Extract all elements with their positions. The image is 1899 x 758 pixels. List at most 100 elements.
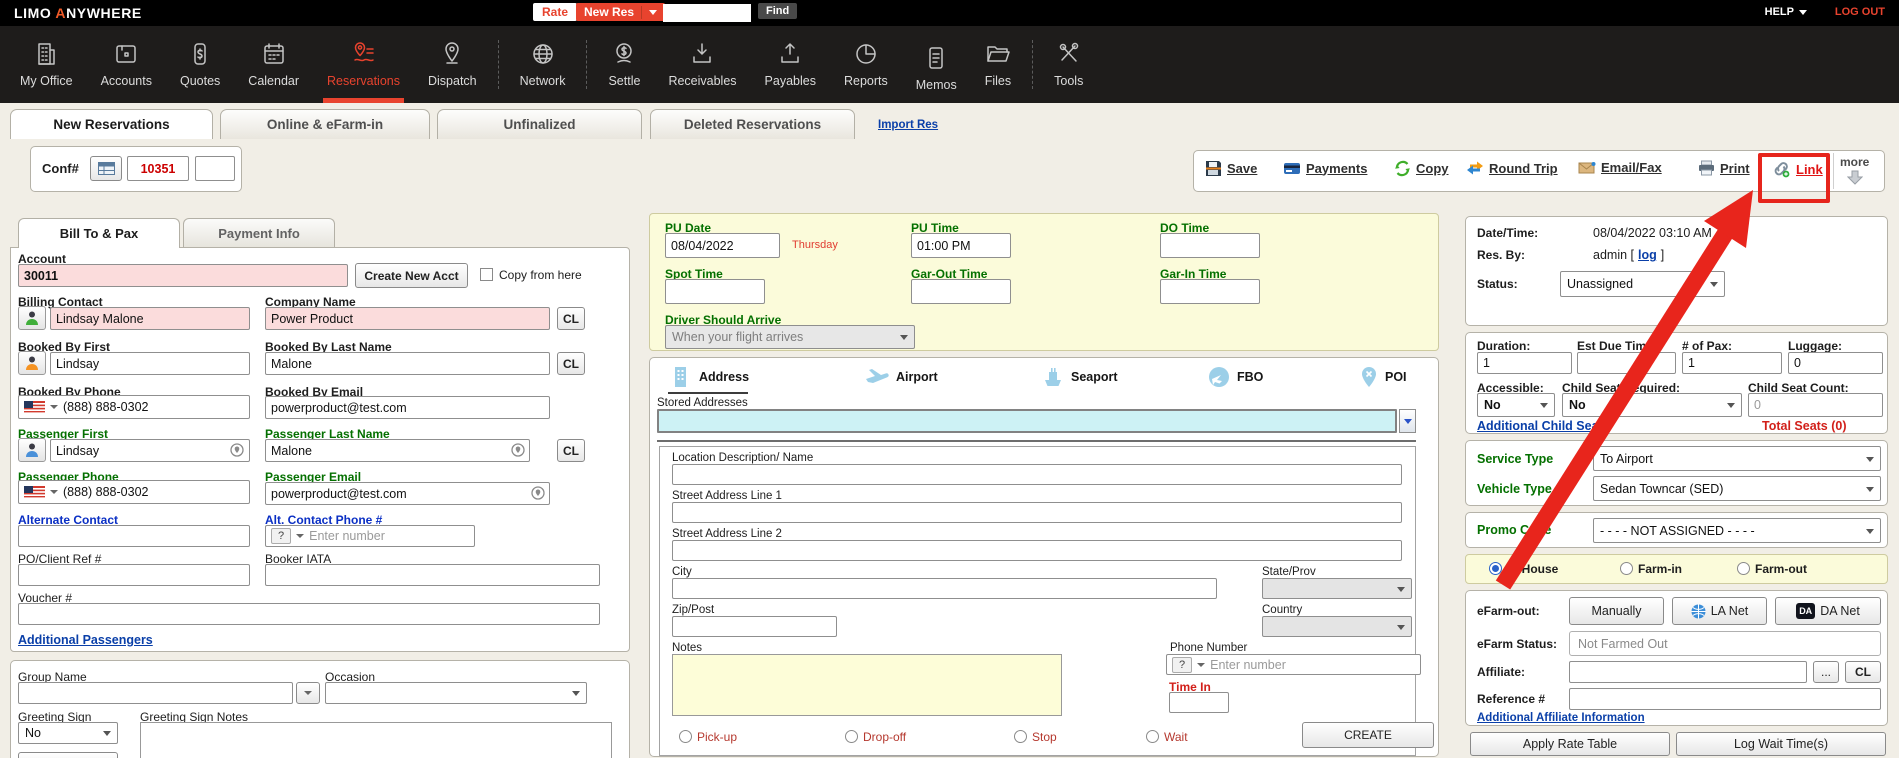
status-select[interactable]: Unassigned — [1560, 271, 1725, 297]
chevron-down-icon[interactable] — [50, 490, 58, 494]
nav-dispatch[interactable]: Dispatch — [414, 26, 491, 103]
passenger-first-input[interactable] — [50, 439, 250, 462]
chevron-down-icon[interactable] — [50, 405, 58, 409]
tab-deleted-reservations[interactable]: Deleted Reservations — [650, 109, 855, 139]
spot-time-input[interactable] — [665, 279, 765, 304]
duration-input[interactable] — [1477, 352, 1572, 374]
nav-reservations[interactable]: Reservations — [313, 26, 414, 103]
conf-lookup-button[interactable] — [90, 156, 122, 181]
efarm-la-net-button[interactable]: LA Net — [1672, 597, 1767, 625]
create-new-acct-button[interactable]: Create New Acct — [355, 263, 468, 288]
location-description-input[interactable] — [672, 464, 1402, 485]
booked-by-email-input[interactable] — [265, 396, 550, 419]
reference-input[interactable] — [1569, 688, 1881, 710]
gar-out-time-input[interactable] — [911, 279, 1011, 304]
stored-addresses-dropdown-button[interactable] — [1399, 409, 1416, 433]
nav-accounts[interactable]: Accounts — [87, 26, 166, 103]
passenger-person-icon[interactable] — [18, 438, 46, 462]
alternate-contact-input[interactable] — [18, 525, 250, 547]
booked-by-last-input[interactable] — [265, 352, 550, 375]
efarm-da-net-button[interactable]: DA DA Net — [1775, 597, 1881, 625]
passenger-last-input[interactable] — [265, 439, 530, 462]
log-link[interactable]: log — [1638, 248, 1657, 262]
passenger-email-input[interactable] — [265, 482, 550, 505]
gar-in-time-input[interactable] — [1160, 279, 1260, 304]
tab-fbo[interactable]: FBO — [1208, 366, 1263, 388]
copy-button[interactable]: Copy — [1394, 160, 1449, 177]
additional-passengers-link[interactable]: Additional Passengers — [18, 633, 153, 647]
search-input[interactable] — [663, 4, 751, 22]
apply-rate-table-button[interactable]: Apply Rate Table — [1470, 732, 1670, 756]
child-seat-required-select[interactable]: No — [1562, 393, 1742, 417]
chevron-down-icon[interactable] — [1197, 662, 1206, 667]
pin-circle-icon[interactable] — [531, 486, 545, 500]
nav-files[interactable]: Files — [971, 26, 1025, 103]
in-house-radio[interactable] — [1489, 562, 1502, 575]
greeting-sign-notes-textarea[interactable] — [140, 722, 612, 758]
stop-radio[interactable] — [1014, 730, 1027, 743]
affiliate-browse-button[interactable]: ... — [1813, 661, 1839, 683]
copy-from-here-checkbox[interactable] — [480, 268, 493, 281]
pu-date-input[interactable] — [665, 233, 780, 258]
efarm-manually-button[interactable]: Manually — [1569, 597, 1664, 625]
print-button[interactable]: Print — [1698, 160, 1750, 176]
pin-circle-icon[interactable] — [511, 443, 525, 457]
company-name-input[interactable] — [265, 307, 550, 330]
chevron-down-icon[interactable] — [296, 534, 305, 538]
farm-out-radio[interactable] — [1737, 562, 1750, 575]
country-code-box[interactable]: ? — [271, 528, 292, 544]
cl-button[interactable]: CL — [557, 307, 585, 330]
pickup-radio[interactable] — [679, 730, 692, 743]
street1-input[interactable] — [672, 502, 1402, 523]
logout-button[interactable]: LOG OUT — [1835, 6, 1885, 18]
tab-payment-info[interactable]: Payment Info — [183, 218, 335, 248]
luggage-input[interactable] — [1788, 352, 1883, 374]
nav-memos[interactable]: Memos — [902, 26, 971, 103]
nav-settle[interactable]: Settle — [594, 26, 654, 103]
pin-circle-icon[interactable] — [230, 443, 244, 457]
tab-address[interactable]: Address — [672, 366, 749, 388]
conf-suffix-input[interactable] — [195, 156, 235, 181]
vehicle-type-select[interactable]: Sedan Towncar (SED) — [1593, 476, 1881, 501]
street2-input[interactable] — [672, 540, 1402, 561]
alt-contact-phone-input[interactable]: ? Enter number — [265, 525, 475, 547]
billing-contact-person-icon[interactable] — [18, 306, 46, 330]
tab-online-efarm-in[interactable]: Online & eFarm-in — [220, 109, 430, 139]
additional-affiliate-information-link[interactable]: Additional Affiliate Information — [1477, 712, 1645, 724]
cl-button[interactable]: CL — [557, 352, 585, 375]
driver-should-arrive-select[interactable]: When your flight arrives — [665, 325, 915, 349]
accessible-select[interactable]: No — [1477, 393, 1555, 417]
stored-addresses-input[interactable] — [657, 409, 1397, 433]
pax-input[interactable] — [1682, 352, 1782, 374]
round-trip-button[interactable]: Round Trip — [1466, 160, 1558, 176]
nav-tools[interactable]: Tools — [1040, 26, 1097, 103]
conf-number-input[interactable] — [127, 156, 189, 181]
nav-quotes[interactable]: Quotes — [166, 26, 234, 103]
country-code-box[interactable]: ? — [1172, 656, 1193, 673]
farm-in-radio[interactable] — [1620, 562, 1633, 575]
nav-network[interactable]: Network — [506, 26, 580, 103]
rate-button[interactable]: Rate — [533, 3, 578, 21]
dropoff-radio[interactable] — [845, 730, 858, 743]
group-name-dropdown-button[interactable] — [296, 682, 320, 704]
import-res-link[interactable]: Import Res — [878, 119, 938, 131]
promo-code-select[interactable]: - - - - NOT ASSIGNED - - - - — [1593, 518, 1881, 543]
time-in-input[interactable] — [1169, 692, 1229, 713]
passenger-phone-input[interactable]: (888) 888-0302 — [18, 480, 250, 504]
billing-contact-input[interactable] — [50, 307, 250, 330]
tab-new-reservations[interactable]: New Reservations — [10, 109, 213, 139]
payments-button[interactable]: Payments — [1283, 160, 1367, 176]
wait-radio[interactable] — [1146, 730, 1159, 743]
nav-calendar[interactable]: Calendar — [234, 26, 313, 103]
link-button[interactable]: Link — [1772, 160, 1823, 178]
child-seat-count-input[interactable] — [1748, 393, 1883, 417]
service-type-select[interactable]: To Airport — [1593, 446, 1881, 471]
new-res-button[interactable]: New Res — [576, 3, 666, 21]
booked-by-phone-input[interactable]: (888) 888-0302 — [18, 395, 250, 419]
create-button[interactable]: CREATE — [1302, 722, 1434, 748]
booked-by-first-input[interactable] — [50, 352, 250, 375]
voucher-input[interactable] — [18, 603, 600, 625]
greeting-sign-select[interactable]: No — [18, 722, 118, 744]
zip-post-input[interactable] — [672, 616, 837, 637]
nav-receivables[interactable]: Receivables — [654, 26, 750, 103]
